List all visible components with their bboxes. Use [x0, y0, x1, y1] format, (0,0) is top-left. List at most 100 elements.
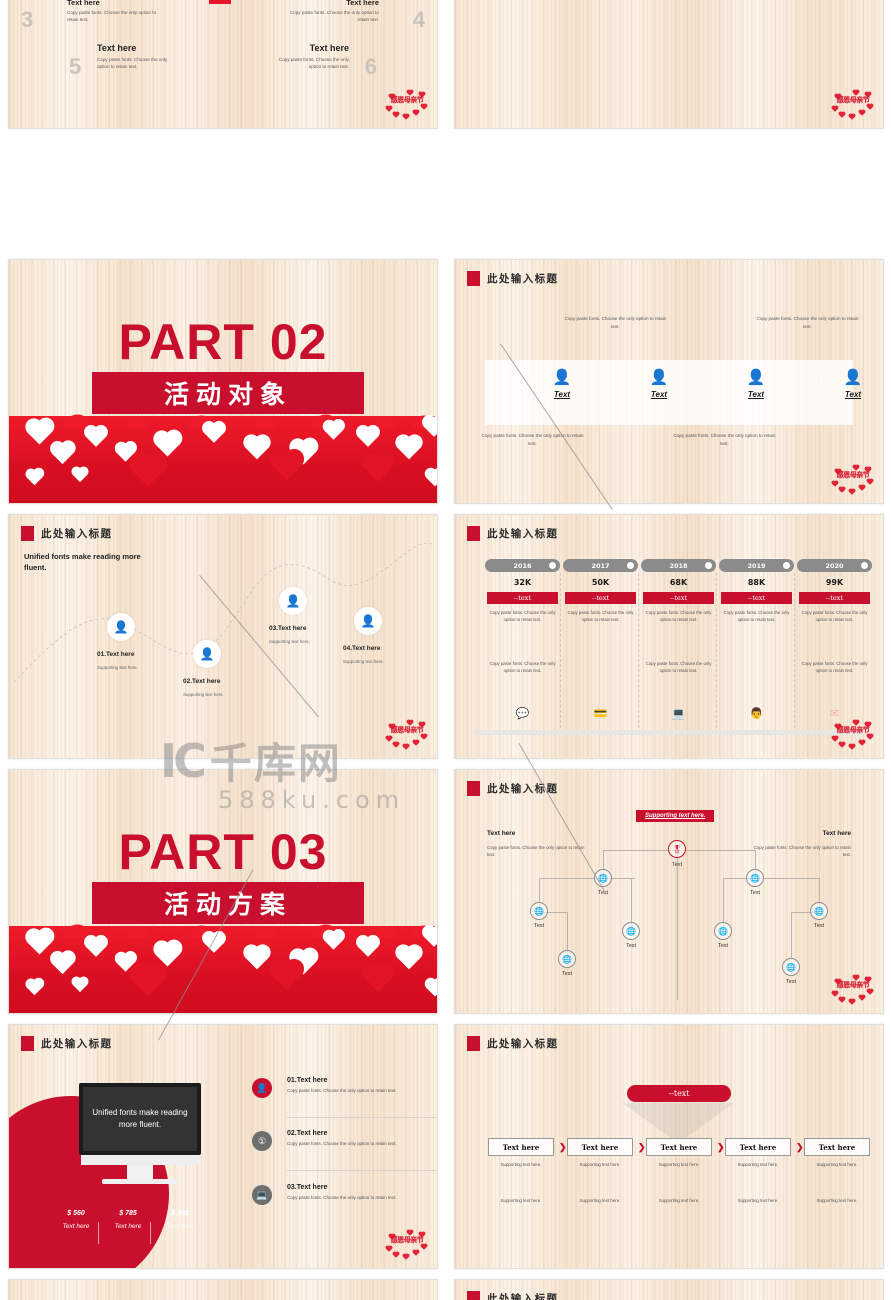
wave-node[interactable]: 👤: [279, 587, 307, 615]
persona-item[interactable]: 👤 Text: [624, 368, 694, 399]
slide-11-part04[interactable]: PART 04 活动预算 Copy paste fonts. Choose th…: [8, 1279, 438, 1300]
wave-label: 03.Text here: [269, 625, 307, 632]
slide-cell[interactable]: 此处输入标题 Supporting text here. Text here C…: [446, 765, 892, 1020]
node-label: Text: [749, 890, 761, 896]
award-icon: 🎖: [671, 844, 683, 854]
slide-cell[interactable]: 此处输入标题 --text Text here ❯ Text here ❯ Te…: [446, 1020, 892, 1275]
wave-node[interactable]: 👤: [107, 613, 135, 641]
slide-09-monitor[interactable]: 此处输入标题 Unified fonts make reading more f…: [8, 1024, 438, 1269]
slide-cell[interactable]: PART 04 活动预算 Copy paste fonts. Choose th…: [0, 1275, 446, 1300]
slide-06-timeline[interactable]: 此处输入标题 2016 2017 2018 2019 2020 32K 50K …: [454, 514, 884, 759]
item-title: Text here: [67, 0, 100, 7]
bullet-item: 03.Text here Copy paste fonts. Choose th…: [287, 1184, 437, 1201]
slide-04-personas[interactable]: 此处输入标题 Copy paste fonts. Choose the only…: [454, 259, 884, 504]
price-item: $ 988 Text here: [151, 1210, 209, 1230]
slide-cell[interactable]: 此处输入标题 Unified fonts make reading more f…: [0, 1020, 446, 1275]
slide-12-cards[interactable]: 此处输入标题 1 2 3 4 Text here Text here Text …: [454, 1279, 884, 1300]
year-label: 2017: [591, 561, 610, 570]
kpi-tag[interactable]: --text: [643, 592, 714, 604]
persona-item[interactable]: 👤 Text: [527, 368, 597, 399]
wave-label: 01.Text here: [97, 651, 135, 658]
tree-node[interactable]: 🌐: [782, 958, 800, 976]
monitor-base: [81, 1155, 199, 1165]
persona-label: Text: [553, 390, 571, 399]
kpi-copy-1: Copy paste fonts. Choose the only option…: [489, 610, 556, 622]
year-chip[interactable]: 2020: [797, 559, 872, 572]
slide-cell[interactable]: 此处输入标题 Copy paste fonts. Choose the only…: [446, 255, 892, 510]
chevron-right-icon: ❯: [559, 1142, 567, 1152]
user-screen-icon: 👤: [649, 369, 669, 386]
bullet-divider: [287, 1170, 437, 1171]
tree-node[interactable]: 🌐: [622, 922, 640, 940]
slide-title: 此处输入标题: [467, 271, 558, 286]
tree-node[interactable]: 🌐: [746, 869, 764, 887]
tree-node[interactable]: 🌐: [714, 922, 732, 940]
flow-box[interactable]: Text here: [488, 1138, 554, 1156]
tree-node[interactable]: 🌐: [810, 902, 828, 920]
year-chip[interactable]: 2016: [485, 559, 560, 572]
slide-02-gears[interactable]: reading more fluent. Theme color makes P…: [454, 0, 884, 129]
slide-cell[interactable]: PART 02 活动对象 Copy paste fonts. Choose th…: [0, 255, 446, 510]
kpi-tag[interactable]: --text: [799, 592, 870, 604]
slide-10-funnel[interactable]: 此处输入标题 --text Text here ❯ Text here ❯ Te…: [454, 1024, 884, 1269]
slide-cell[interactable]: 👪 ● ● ● 3 Text here Copy paste fonts. Ch…: [0, 0, 446, 255]
slide-cell[interactable]: 此处输入标题 Unified fonts make reading more f…: [0, 510, 446, 765]
person-desk-icon: 👨: [749, 708, 764, 720]
year-dot: [861, 562, 868, 569]
slide-cell[interactable]: PART 03 活动方案 Copy paste fonts. Choose th…: [0, 765, 446, 1020]
chevron-right-icon: ❯: [796, 1142, 804, 1152]
persona-item[interactable]: 👤 Text: [818, 368, 883, 399]
year-dot: [627, 562, 634, 569]
year-chip[interactable]: 2017: [563, 559, 638, 572]
globe-icon: 🌐: [626, 926, 636, 936]
flow-box[interactable]: Text here: [567, 1138, 633, 1156]
contact-icon: 👤: [360, 614, 376, 628]
slide-01-arrows[interactable]: 👪 ● ● ● 3 Text here Copy paste fonts. Ch…: [8, 0, 438, 129]
slide-cell[interactable]: reading more fluent. Theme color makes P…: [446, 0, 892, 255]
bullet-head: 01.Text here: [287, 1077, 328, 1084]
slide-cell[interactable]: 此处输入标题 2016 2017 2018 2019 2020 32K 50K …: [446, 510, 892, 765]
item-title: Text here: [97, 43, 137, 53]
kpi-tag[interactable]: --text: [487, 592, 558, 604]
funnel-shape: [622, 1103, 734, 1143]
price-label: Text here: [166, 1223, 194, 1230]
wave-label: 04.Text here: [343, 645, 381, 652]
tree-node[interactable]: 🌐: [558, 950, 576, 968]
title-marker: [467, 526, 480, 541]
kpi-tag[interactable]: --text: [721, 592, 792, 604]
globe-icon: 🌐: [814, 906, 824, 916]
flow-box[interactable]: Text here: [646, 1138, 712, 1156]
top-copy: Copy paste fonts. Choose the only option…: [756, 316, 859, 329]
year-chip[interactable]: 2019: [719, 559, 794, 572]
wave-node[interactable]: 👤: [193, 640, 221, 668]
left-heading: Text here: [487, 830, 516, 837]
slide-cell[interactable]: 此处输入标题 1 2 3 4 Text here Text here Text …: [446, 1275, 892, 1300]
flow-box[interactable]: Text here: [725, 1138, 791, 1156]
chevron-right-icon: ❯: [638, 1142, 646, 1152]
kpi-copy-2: Copy paste fonts. Choose the only option…: [801, 661, 868, 673]
title-marker: [467, 271, 480, 286]
wave-label: 02.Text here: [183, 678, 221, 685]
year-chip[interactable]: 2018: [641, 559, 716, 572]
tree-node[interactable]: 🌐: [530, 902, 548, 920]
flow-sub-1: Supporting text here.: [500, 1162, 542, 1167]
tree-root-node[interactable]: 🎖: [668, 840, 686, 858]
slide-05-wave[interactable]: 此处输入标题 Unified fonts make reading more f…: [8, 514, 438, 759]
stamp-text: 感恩母亲节: [836, 981, 870, 989]
left-copy: Copy paste fonts. Choose the only option…: [487, 845, 585, 857]
price-value: $ 785: [119, 1210, 137, 1217]
price-label: Text here: [62, 1223, 90, 1230]
price-label: Text here: [114, 1223, 142, 1230]
slide-08-tree[interactable]: 此处输入标题 Supporting text here. Text here C…: [454, 769, 884, 1014]
desktop-icon: 💻: [671, 708, 686, 720]
slide-preview-grid: 👪 ● ● ● 3 Text here Copy paste fonts. Ch…: [0, 0, 892, 1300]
tree-node[interactable]: 🌐: [594, 869, 612, 887]
funnel-pill[interactable]: --text: [627, 1085, 731, 1102]
slide-03-part02[interactable]: PART 02 活动对象 Copy paste fonts. Choose th…: [8, 259, 438, 504]
wave-node[interactable]: 👤: [354, 607, 382, 635]
flow-box[interactable]: Text here: [804, 1138, 870, 1156]
kpi-tag[interactable]: --text: [565, 592, 636, 604]
supporting-banner[interactable]: Supporting text here.: [636, 810, 715, 822]
slide-07-part03[interactable]: PART 03 活动方案 Copy paste fonts. Choose th…: [8, 769, 438, 1014]
persona-item[interactable]: 👤 Text: [721, 368, 791, 399]
